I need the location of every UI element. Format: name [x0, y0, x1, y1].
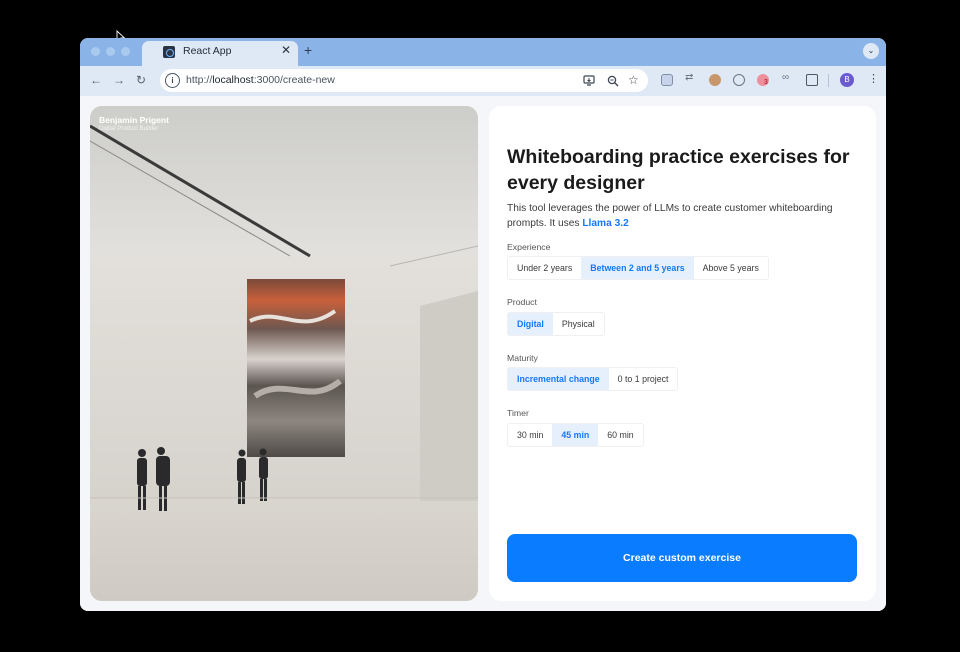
- tab-search-chevron-icon[interactable]: ⌄: [863, 43, 879, 59]
- gallery-photo: Benjamin Prigent Digital Product Builder: [90, 106, 478, 601]
- product-segmented-control: Digital Physical: [507, 312, 605, 336]
- zoom-icon[interactable]: [607, 75, 619, 87]
- bookmark-star-icon[interactable]: ☆: [628, 73, 639, 87]
- product-option[interactable]: Physical: [553, 313, 604, 335]
- tab-close-icon[interactable]: ✕: [281, 43, 291, 57]
- browser-window: React App ✕ + ⌄ ← → ↻ i http://localhost…: [80, 38, 886, 611]
- install-app-icon[interactable]: [583, 75, 595, 86]
- photo-author-role: Digital Product Builder: [99, 126, 159, 132]
- browser-menu-icon[interactable]: ⋮: [868, 72, 879, 85]
- window-zoom-dot[interactable]: [121, 47, 130, 56]
- browser-toolbar: ← → ↻ i http://localhost:3000/create-new…: [80, 66, 886, 96]
- experience-option[interactable]: Under 2 years: [508, 257, 581, 279]
- experience-option[interactable]: Between 2 and 5 years: [581, 257, 694, 279]
- gallery-scene-image: [90, 106, 478, 601]
- timer-segmented-control: 30 min 45 min 60 min: [507, 423, 644, 447]
- forward-arrow-icon[interactable]: →: [113, 73, 125, 87]
- page-content: Benjamin Prigent Digital Product Builder…: [80, 96, 886, 611]
- extension-cookie-icon[interactable]: [709, 74, 721, 86]
- timer-option[interactable]: 30 min: [508, 424, 552, 446]
- new-tab-button[interactable]: +: [304, 42, 312, 58]
- maturity-option[interactable]: Incremental change: [508, 368, 609, 390]
- create-exercise-button[interactable]: Create custom exercise: [507, 534, 857, 582]
- experience-option[interactable]: Above 5 years: [694, 257, 768, 279]
- maturity-option[interactable]: 0 to 1 project: [609, 368, 678, 390]
- experience-label: Experience: [507, 242, 551, 252]
- site-info-icon[interactable]: i: [165, 73, 180, 88]
- address-bar[interactable]: i http://localhost:3000/create-new ☆: [160, 69, 648, 92]
- profile-avatar[interactable]: B: [840, 73, 854, 87]
- tab-title: React App: [183, 45, 232, 57]
- window-close-dot[interactable]: [91, 47, 100, 56]
- react-favicon-icon: [163, 46, 175, 58]
- exercise-form-panel: Whiteboarding practice exercises for eve…: [489, 106, 876, 601]
- extension-badge-count: 3: [764, 79, 768, 86]
- extension-link-icon[interactable]: ∞: [782, 72, 794, 84]
- experience-segmented-control: Under 2 years Between 2 and 5 years Above …: [507, 256, 769, 280]
- extension-translate-icon[interactable]: ⇄: [685, 72, 697, 84]
- timer-option[interactable]: 60 min: [598, 424, 642, 446]
- extension-timer-icon[interactable]: [733, 74, 745, 86]
- maturity-label: Maturity: [507, 353, 538, 363]
- extension-reader-icon[interactable]: [661, 74, 673, 86]
- page-title: Whiteboarding practice exercises for eve…: [507, 146, 850, 194]
- page-description: This tool leverages the power of LLMs to…: [507, 203, 833, 229]
- product-option[interactable]: Digital: [508, 313, 553, 335]
- extensions-puzzle-icon[interactable]: [806, 74, 818, 86]
- photo-author-name: Benjamin Prigent: [99, 115, 169, 125]
- tab-strip: React App ✕ + ⌄: [80, 38, 886, 66]
- toolbar-divider: [828, 74, 829, 87]
- reload-icon[interactable]: ↻: [136, 73, 146, 87]
- timer-label: Timer: [507, 408, 529, 418]
- timer-option[interactable]: 45 min: [552, 424, 599, 446]
- maturity-segmented-control: Incremental change 0 to 1 project: [507, 367, 679, 391]
- llama-link[interactable]: Llama 3.2: [582, 218, 628, 229]
- url-text[interactable]: http://localhost:3000/create-new: [186, 74, 335, 86]
- window-minimize-dot[interactable]: [106, 47, 115, 56]
- back-arrow-icon[interactable]: ←: [90, 73, 102, 87]
- product-label: Product: [507, 297, 537, 307]
